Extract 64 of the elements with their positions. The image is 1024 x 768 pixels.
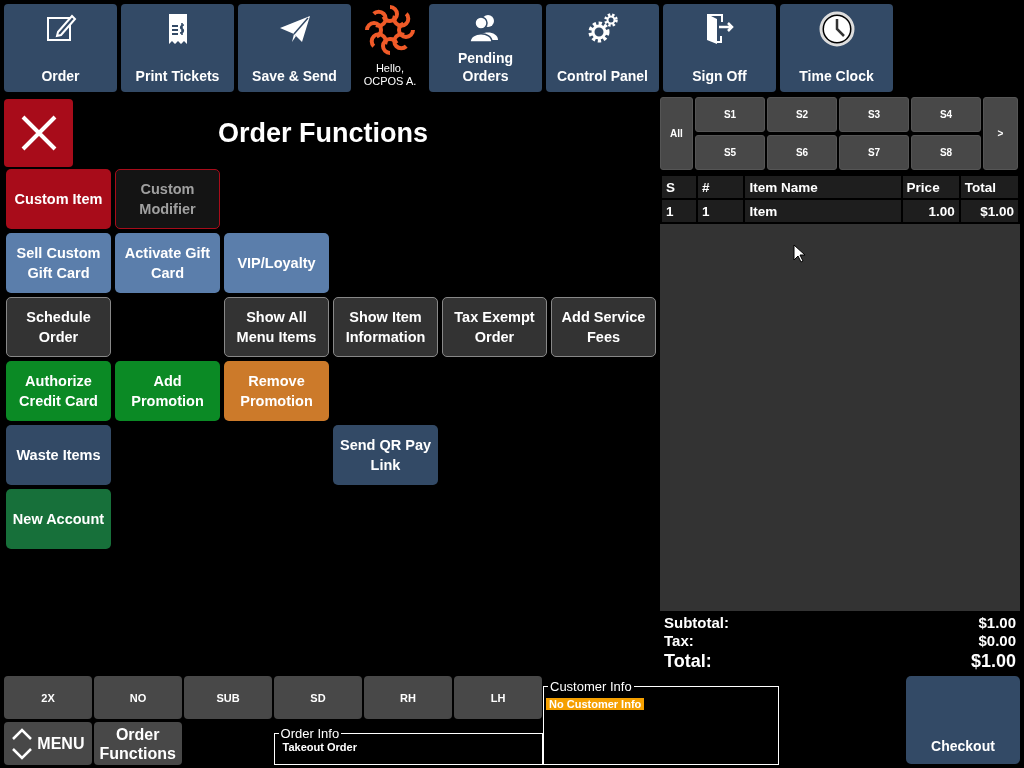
toolbar-button[interactable]: Save & Send [238,4,351,92]
box-legend: Order Info [278,726,342,741]
toolbar-button[interactable]: Pending Orders [429,4,542,92]
modifier-button[interactable]: RH [364,676,452,719]
seat-button[interactable]: S3 [839,97,909,132]
toolbar-button[interactable]: Sign Off [663,4,776,92]
close-button[interactable] [4,99,73,167]
next-seats-button[interactable]: > [983,97,1018,170]
summary-value: $0.00 [978,632,1016,650]
function-button[interactable]: Add Service Fees [551,297,656,357]
function-button[interactable]: Show All Menu Items [224,297,329,357]
function-button[interactable]: Show Item Information [333,297,438,357]
function-button[interactable]: Add Promotion [115,361,220,421]
toolbar-button[interactable]: Print Tickets [121,4,234,92]
modifier-button[interactable]: LH [454,676,542,719]
function-button[interactable]: Schedule Order [6,297,111,357]
order-type: Takeout Order [282,741,358,753]
total-value: $1.00 [970,650,1016,672]
column-header: Price [901,175,960,199]
summary-value: $1.00 [978,614,1016,632]
seat-button[interactable]: S6 [767,135,837,170]
column-header: Total [959,175,1019,199]
seat-button[interactable]: S7 [839,135,909,170]
panel-title: Order Functions [218,117,428,149]
table-cell: Item [744,199,902,223]
toolbar-button[interactable]: Time Clock [780,4,893,92]
modifier-button[interactable]: SD [274,676,362,719]
function-button[interactable]: Authorize Credit Card [6,361,111,421]
function-button[interactable]: Waste Items [6,425,111,485]
modifier-button[interactable]: 2X [4,676,92,719]
column-header: Item Name [744,175,902,199]
function-button[interactable]: New Account [6,489,111,549]
summary-label: Tax: [664,632,694,650]
total-label: Total: [664,650,712,672]
function-button[interactable]: Sell Custom Gift Card [6,233,111,293]
function-button[interactable]: Tax Exempt Order [442,297,547,357]
modifier-button[interactable]: NO [94,676,182,719]
cursor-icon [793,244,805,263]
seat-button[interactable]: S4 [911,97,981,132]
order-functions-button[interactable]: Order Functions [93,722,182,765]
function-button[interactable]: VIP/Loyalty [224,233,329,293]
seat-button[interactable]: S2 [767,97,837,132]
seat-button[interactable]: S8 [911,135,981,170]
function-button[interactable]: Custom Item [6,169,111,229]
table-cell: 1 [661,199,698,223]
customer-status-tag: No Customer Info [546,698,645,710]
function-button[interactable]: Send QR Pay Link [333,425,438,485]
logo-icon [364,4,416,56]
toolbar-button[interactable]: Order [4,4,117,92]
modifier-button[interactable]: SUB [184,676,272,719]
column-header: S [661,175,698,199]
clock-icon [817,10,856,48]
function-button[interactable]: Activate Gift Card [115,233,220,293]
box-legend: Customer Info [548,679,634,694]
seat-button[interactable]: S1 [695,97,765,132]
menu-button[interactable]: MENU [4,722,92,765]
checkout-button[interactable]: Checkout [906,676,1020,764]
toolbar-button[interactable]: Control Panel [546,4,659,92]
seat-button[interactable]: S5 [695,135,765,170]
column-header: # [697,175,745,199]
summary-label: Subtotal: [664,614,729,632]
close-icon [19,114,58,152]
seat-button[interactable]: All [660,97,693,170]
greeting-text: Hello, OCPOS A. [363,61,417,88]
